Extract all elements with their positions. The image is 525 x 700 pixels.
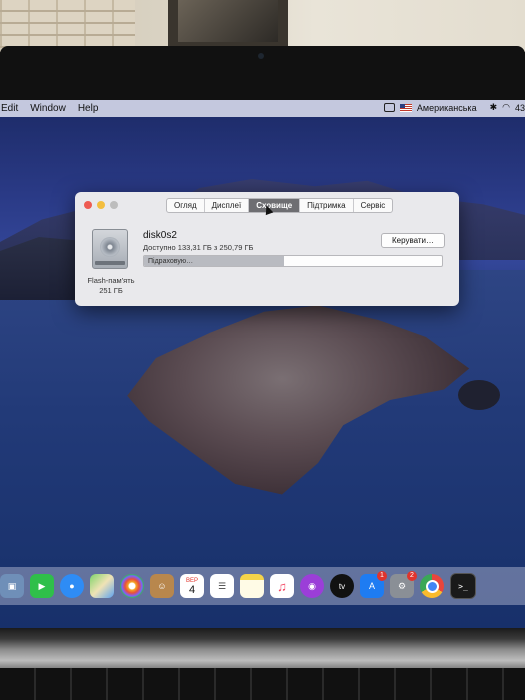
tab-service[interactable]: Сервіс [354,199,393,212]
chrome-icon[interactable] [420,574,444,598]
battery-percent[interactable]: 43 [515,103,525,113]
menu-bar: Edit Window Help Американська ✱ ◠ 43 [0,100,525,117]
preview-icon[interactable]: ▣ [0,574,24,598]
brick-wall [0,0,135,48]
system-preferences-icon[interactable]: ⚙ 2 [390,571,417,598]
photos-icon[interactable] [120,574,144,598]
disk-caption: Flash-пам'ять 251 ГБ [79,276,143,296]
screen-mirroring-icon[interactable] [383,103,395,112]
app-store-badge: 1 [377,571,387,581]
keyboard [0,668,525,700]
wifi-icon[interactable]: ◠ [502,102,510,113]
app-store-icon[interactable]: A 1 [360,571,387,598]
calendar-day: 4 [188,584,196,596]
tab-bar: Огляд Дисплеї Сховище Підтримка Сервіс [166,198,394,213]
disk-type-label: Flash-пам'ять [87,276,135,285]
reminders-icon[interactable]: ☰ [210,574,234,598]
notes-icon[interactable] [240,574,264,598]
dock: ▣ ▶ ● ☺ ВЕР 4 ☰ ♫ ◉ tv A 1 ⚙ 2 >_ [0,567,525,605]
zoom-button[interactable] [110,201,118,209]
available-space-text: Доступно 133,31 ГБ з 250,79 ГБ [143,243,254,252]
hard-drive-icon [92,229,128,269]
camera-icon [258,53,264,59]
tab-overview[interactable]: Огляд [167,199,205,212]
tab-storage[interactable]: Сховище [249,199,301,212]
calendar-icon[interactable]: ВЕР 4 [180,574,204,598]
menu-help[interactable]: Help [78,103,99,114]
us-flag-icon[interactable] [399,103,412,112]
facetime-icon[interactable]: ▶ [30,574,54,598]
apple-tv-icon[interactable]: tv [330,574,354,598]
menu-edit[interactable]: Edit [1,103,18,114]
bluetooth-icon[interactable]: ✱ [490,102,498,113]
minimize-button[interactable] [97,201,105,209]
calculating-label: Підраховую… [148,258,194,265]
contacts-icon[interactable]: ☺ [150,574,174,598]
maps-icon[interactable] [90,574,114,598]
manage-button[interactable]: Керувати… [381,233,445,248]
system-preferences-badge: 2 [407,571,417,581]
tab-support[interactable]: Підтримка [300,199,354,212]
music-icon[interactable]: ♫ [270,574,294,598]
terminal-icon[interactable]: >_ [450,573,476,599]
disk-size-label: 251 ГБ [99,286,123,295]
podcasts-icon[interactable]: ◉ [300,574,324,598]
tab-displays[interactable]: Дисплеї [205,199,250,212]
desktop-wallpaper [0,100,525,630]
menu-window[interactable]: Window [30,103,66,114]
room-window [168,0,288,46]
close-button[interactable] [84,201,92,209]
input-source-label[interactable]: Американська [417,103,477,113]
storage-bar: Підраховую… [143,255,443,267]
disk-name: disk0s2 [143,230,177,241]
messages-icon[interactable]: ● [60,574,84,598]
